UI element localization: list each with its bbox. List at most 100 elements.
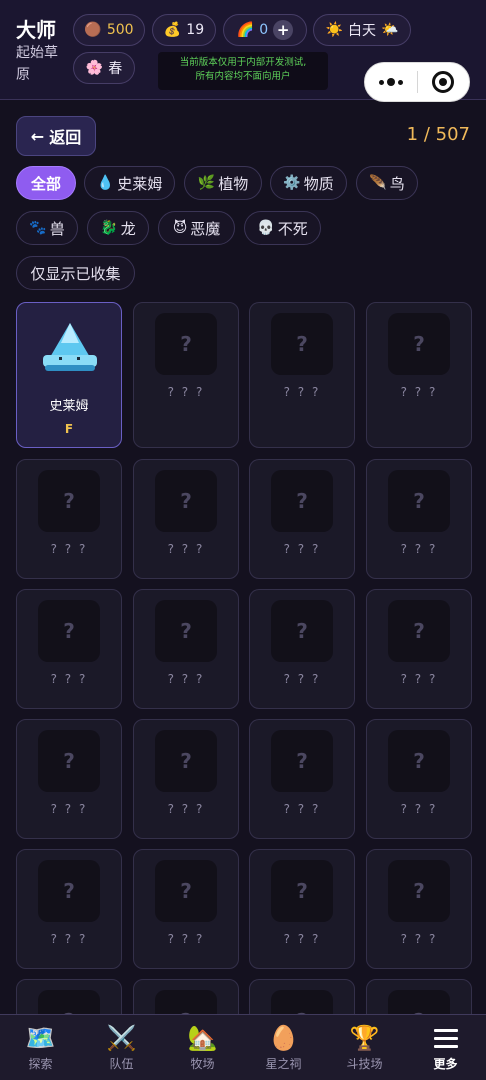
filter-bird-label: 鸟 (389, 174, 405, 193)
question-mark-icon: ? (388, 730, 450, 792)
unknown-monster-name: ? ? ? (400, 542, 438, 556)
nav-shrine[interactable]: 🥚 星之祠 (243, 1015, 324, 1080)
collected-only-label: 仅显示已收集 (30, 264, 121, 283)
filter-matter[interactable]: ⚙️ 物质 (270, 166, 347, 200)
question-mark-icon: ? (388, 313, 450, 375)
filter-dragon-label: 龙 (120, 219, 136, 238)
rainbow-counter[interactable]: 🌈 0 + (223, 14, 307, 46)
filter-slime-label: 史莱姆 (117, 174, 163, 193)
brown-coin-icon: 🟤 (84, 22, 102, 38)
monster-card-slime[interactable]: 史莱姆 F (16, 302, 122, 448)
monster-grade: F (64, 422, 74, 436)
target-icon (432, 71, 455, 93)
unknown-monster-name: ? ? ? (167, 542, 205, 556)
sun-icon: ☀️ (325, 22, 343, 38)
monster-card-locked[interactable]: ? ? ? ? (16, 719, 122, 839)
question-mark-icon: ? (38, 600, 100, 662)
monster-card-locked[interactable]: ? ? ? ? (133, 719, 239, 839)
add-rainbow-button[interactable]: + (273, 20, 294, 40)
monster-card-locked[interactable]: ? ? ? ? (133, 302, 239, 448)
question-mark-icon: ? (271, 600, 333, 662)
filter-undead[interactable]: 💀 不死 (244, 211, 321, 245)
money-bag-value: 19 (186, 22, 205, 38)
filter-plant-label: 植物 (218, 174, 249, 193)
season-label: 春 (108, 61, 123, 77)
unknown-monster-name: ? ? ? (400, 385, 438, 399)
filter-plant[interactable]: 🌿 植物 (184, 166, 262, 200)
monster-card-locked[interactable]: ? ? ? ? (366, 719, 472, 839)
monster-card-locked[interactable]: ? ? ? ? (249, 459, 355, 579)
filter-slime[interactable]: 💧 史莱姆 (84, 166, 175, 200)
paw-icon: 🐾 (29, 220, 47, 236)
rainbow-value: 0 (259, 22, 269, 38)
dev-notice-line1: 当前版本仅用于内部开发测试, (179, 57, 307, 68)
dev-notice-line2: 所有内容均不面向用户 (195, 71, 291, 82)
monster-card-locked[interactable]: ? ? ? ? (16, 849, 122, 969)
trophy-icon: 🏆 (349, 1024, 380, 1052)
monster-card-locked[interactable]: ? ? ? ? (249, 589, 355, 709)
question-mark-icon: ? (271, 313, 333, 375)
unknown-monster-name: ? ? ? (167, 932, 205, 946)
unknown-monster-name: ? ? ? (50, 542, 88, 556)
coin-counter[interactable]: 🟤 500 (73, 14, 145, 46)
monster-card-locked[interactable]: ? ? ? ? (366, 302, 472, 448)
sun-cloud-icon: 🌤️ (381, 22, 399, 38)
nav-team[interactable]: ⚔️ 队伍 (81, 1015, 162, 1080)
unknown-monster-name: ? ? ? (283, 385, 321, 399)
question-mark-icon: ? (155, 600, 217, 662)
nav-explore[interactable]: 🗺️ 探索 (0, 1015, 81, 1080)
question-mark-icon: ? (271, 730, 333, 792)
question-mark-icon: ? (271, 860, 333, 922)
question-mark-icon: ? (38, 860, 100, 922)
close-mini-program-button[interactable] (417, 63, 469, 101)
money-bag-icon: 💰 (163, 22, 182, 38)
unknown-monster-name: ? ? ? (283, 542, 321, 556)
monster-card-locked[interactable]: ? ? ? ? (249, 849, 355, 969)
daytime-indicator: ☀️ 白天 🌤️ (313, 14, 411, 46)
monster-card-locked[interactable]: ? ? ? ? (366, 459, 472, 579)
collected-only-toggle[interactable]: 仅显示已收集 (16, 256, 135, 290)
question-mark-icon: ? (155, 470, 217, 532)
egg-icon: 🥚 (268, 1024, 299, 1052)
filter-all-label: 全部 (30, 174, 61, 193)
filter-bird[interactable]: 🪶 鸟 (356, 166, 418, 200)
unknown-monster-name: ? ? ? (400, 802, 438, 816)
arrow-left-icon: ← (30, 126, 45, 146)
nav-ranch[interactable]: 🏡 牧场 (162, 1015, 243, 1080)
monster-card-locked[interactable]: ? ? ? ? (133, 459, 239, 579)
filter-demon[interactable]: 😈 恶魔 (158, 211, 235, 245)
monster-card-locked[interactable]: ? ? ? ? (133, 589, 239, 709)
location-label: 起始草原 (16, 45, 58, 83)
blossom-icon: 🌸 (85, 60, 104, 76)
monster-card-locked[interactable]: ? ? ? ? (249, 302, 355, 448)
menu-icon (433, 1023, 458, 1053)
demon-icon: 😈 (172, 220, 188, 236)
filter-matter-label: 物质 (303, 174, 334, 193)
filter-dragon[interactable]: 🐉 龙 (87, 211, 149, 245)
map-icon: 🗺️ (25, 1024, 56, 1052)
nav-team-label: 队伍 (109, 1057, 134, 1071)
monster-card-locked[interactable]: ? ? ? ? (249, 719, 355, 839)
unknown-monster-name: ? ? ? (400, 672, 438, 686)
house-icon: 🏡 (187, 1024, 218, 1052)
money-bag-counter[interactable]: 💰 19 (152, 14, 216, 46)
filter-all[interactable]: 全部 (16, 166, 76, 200)
monster-card-locked[interactable]: ? ? ? ? (366, 589, 472, 709)
nav-more[interactable]: 更多 (405, 1015, 486, 1080)
herb-icon: 🌿 (197, 175, 216, 191)
question-mark-icon: ? (155, 313, 217, 375)
nav-arena[interactable]: 🏆 斗技场 (324, 1015, 405, 1080)
monster-card-locked[interactable]: ? ? ? ? (16, 459, 122, 579)
nav-explore-label: 探索 (28, 1057, 53, 1071)
more-options-button[interactable] (365, 63, 417, 101)
monster-card-locked[interactable]: ? ? ? ? (366, 849, 472, 969)
monster-card-locked[interactable]: ? ? ? ? (16, 589, 122, 709)
unknown-monster-name: ? ? ? (50, 932, 88, 946)
filter-undead-label: 不死 (277, 219, 308, 238)
unknown-monster-name: ? ? ? (283, 802, 321, 816)
question-mark-icon: ? (271, 470, 333, 532)
question-mark-icon: ? (155, 730, 217, 792)
back-button[interactable]: ← 返回 (16, 116, 96, 156)
monster-card-locked[interactable]: ? ? ? ? (133, 849, 239, 969)
filter-beast[interactable]: 🐾 兽 (16, 211, 78, 245)
